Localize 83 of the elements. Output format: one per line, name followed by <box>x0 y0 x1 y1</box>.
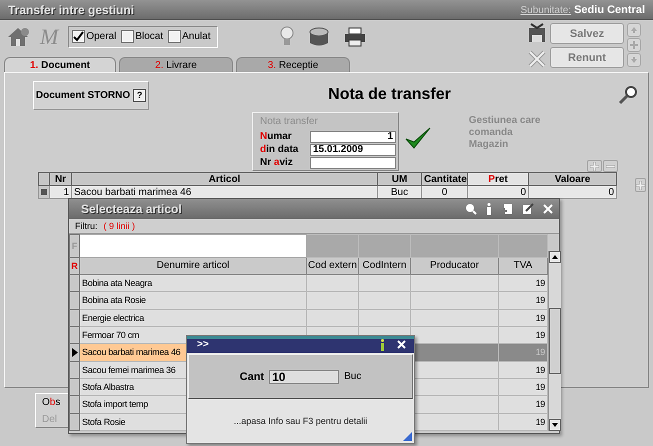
group-title: Nota transfer <box>260 116 319 127</box>
field-label: Nr aviz <box>260 157 294 168</box>
row-pointer-icon <box>72 348 78 357</box>
scrollbar[interactable] <box>548 251 561 431</box>
table-cell: 19 <box>498 292 548 310</box>
list-row[interactable]: Bobina ata Neagra 19 <box>70 274 548 292</box>
observations-label: Obs <box>42 397 62 408</box>
table-cell: 19 <box>498 309 548 326</box>
table-cell: Bobina ata Rosie <box>80 292 306 310</box>
column-header[interactable]: Cod extern <box>306 257 358 274</box>
column-header[interactable]: Pret <box>468 172 528 186</box>
table-cell: 19 <box>498 326 548 344</box>
list-row[interactable]: Energie electrica 19 <box>70 309 548 326</box>
subunit-value: Sediu Central <box>574 4 645 16</box>
gestiune-value: Magazin <box>468 139 510 151</box>
table-cell: 19 <box>498 378 548 396</box>
checkbox-label: Anulat <box>182 31 210 42</box>
filter-field[interactable] <box>80 234 306 258</box>
printer-icon[interactable] <box>344 26 366 46</box>
search-icon[interactable] <box>465 203 477 215</box>
new-document-icon[interactable] <box>501 203 513 215</box>
row-count: ( 9 linii ) <box>104 221 136 231</box>
list-row[interactable]: Bobina ata Rosie 19 <box>70 292 548 310</box>
column-header[interactable]: Cantitate <box>422 172 468 186</box>
table-cell: Buc <box>378 186 422 198</box>
search-icon[interactable] <box>618 85 638 105</box>
table-cell: 19 <box>498 413 548 430</box>
table-cell: 0 <box>528 186 616 198</box>
arrow-up-icon <box>630 26 638 34</box>
filter-label: Filtru: <box>75 221 98 231</box>
table-cell: 19 <box>498 361 548 378</box>
input-field[interactable] <box>310 156 396 168</box>
column-header[interactable]: Nr <box>50 172 72 186</box>
checkbox-label: Blocat <box>135 31 164 42</box>
resize-grip-icon[interactable] <box>403 432 412 441</box>
input-field[interactable]: 1 <box>310 130 396 142</box>
info-icon[interactable] <box>380 338 385 350</box>
window-title: Selecteaza articol <box>81 202 182 216</box>
document-title: Nota de transfer <box>327 86 452 104</box>
table-cell: Bobina ata Neagra <box>80 274 306 292</box>
table-cell: Sacou barbati marimea 46 <box>72 186 378 198</box>
edit-icon[interactable] <box>522 203 534 215</box>
column-header[interactable]: UM <box>378 172 422 186</box>
column-header[interactable]: CodIntern <box>358 257 410 274</box>
storno-button[interactable]: Document STORNO ? <box>33 80 149 110</box>
table-cell: 19 <box>498 396 548 414</box>
quantity-field[interactable]: 10 <box>269 370 340 384</box>
field-label: Numar <box>260 131 293 142</box>
house-icon[interactable] <box>6 26 30 48</box>
subunit-label: Subunitate: <box>520 4 572 16</box>
scrollbar-thumb[interactable] <box>549 308 561 374</box>
tab[interactable]: 2. Livrare <box>119 57 233 72</box>
column-header[interactable]: Denumire articol <box>80 257 306 274</box>
table-cell: 19 <box>498 344 548 362</box>
plus-icon <box>636 180 645 190</box>
column-header[interactable]: Producator <box>410 257 498 274</box>
header-marker: R <box>70 260 79 271</box>
window-title: Transfer intre gestiuni <box>8 2 134 16</box>
field-label: din data <box>260 144 300 155</box>
cross-icon[interactable] <box>527 49 547 69</box>
table-cell: 0 <box>422 186 468 198</box>
column-header[interactable]: Articol <box>72 172 378 186</box>
row-marker-icon <box>40 188 48 196</box>
tab[interactable]: 3. Receptie <box>236 57 350 72</box>
close-icon[interactable] <box>397 340 406 349</box>
checkbox[interactable] <box>72 30 86 43</box>
help-button[interactable]: ? <box>133 88 146 102</box>
info-icon[interactable] <box>486 203 492 215</box>
gestiune-label: Gestiunea care comanda <box>468 115 542 139</box>
checkbox[interactable] <box>121 30 134 43</box>
table-cell: 0 <box>468 186 528 198</box>
column-header[interactable]: Valoare <box>528 172 616 186</box>
light-bulb-icon[interactable] <box>280 26 294 48</box>
input-field[interactable]: 15.01.2009 <box>310 144 396 156</box>
arrow-down-icon <box>630 56 638 64</box>
column-header[interactable]: TVA <box>498 257 548 274</box>
tab[interactable]: 1. Document <box>4 57 116 72</box>
checkbox-label: Operal <box>86 31 116 42</box>
plus-icon <box>630 41 638 49</box>
plus-icon <box>590 162 600 170</box>
table-cell: 19 <box>498 274 548 292</box>
checkbox[interactable] <box>168 30 182 43</box>
table-cell: Energie electrica <box>80 309 306 326</box>
